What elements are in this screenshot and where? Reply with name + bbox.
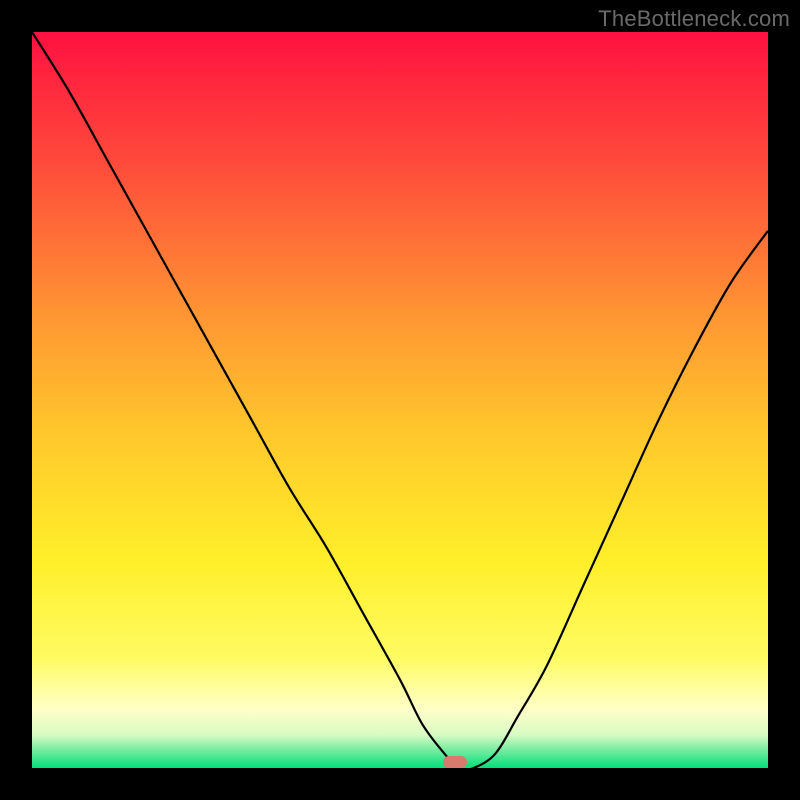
plot-area [32, 32, 768, 768]
optimum-marker-icon [443, 756, 467, 768]
chart-frame: TheBottleneck.com [0, 0, 800, 800]
bottleneck-curve [32, 32, 768, 768]
watermark-text: TheBottleneck.com [598, 6, 790, 32]
